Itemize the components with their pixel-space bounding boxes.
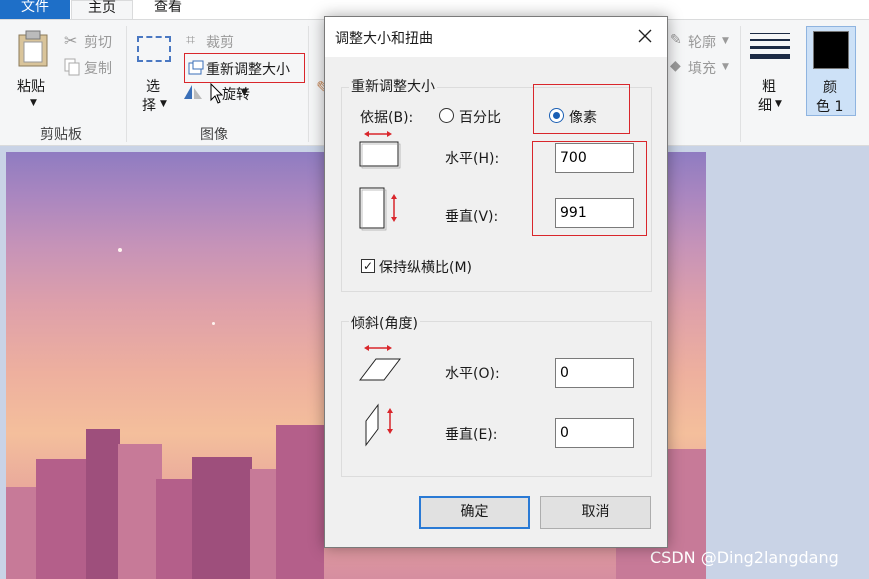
outline-label: 轮廓	[688, 35, 716, 51]
building	[86, 429, 120, 579]
resize-vertical-label: 垂直(V):	[445, 209, 499, 225]
cancel-button[interactable]: 取消	[540, 496, 651, 529]
select-label-2: 择	[142, 98, 156, 114]
size-label-2: 细	[758, 98, 772, 114]
horizontal-resize-icon	[359, 131, 401, 169]
group-divider	[126, 26, 127, 142]
vertical-resize-icon	[359, 187, 397, 231]
watermark: CSDN @Ding2langdang	[650, 548, 839, 567]
building	[156, 479, 196, 579]
chevron-down-icon: ▼	[722, 62, 729, 72]
workspace-background	[706, 146, 869, 579]
clipboard-icon	[18, 30, 48, 67]
chevron-down-icon: ▼	[722, 36, 729, 46]
color1-label-1: 颜	[823, 80, 837, 96]
crop-icon: ⌗	[186, 30, 196, 49]
building	[276, 425, 324, 579]
tab-home[interactable]: 主页	[71, 0, 133, 19]
resize-skew-dialog: 调整大小和扭曲 重新调整大小 依据(B): 百分比 像素 水平(H): 垂直(V…	[324, 16, 668, 548]
resize-vertical-input[interactable]	[555, 198, 634, 228]
pixels-label: 像素	[569, 110, 597, 126]
resize-label: 重新调整大小	[206, 62, 290, 78]
skew-group-title: 倾斜(角度)	[349, 313, 420, 333]
select-label-1: 选	[146, 79, 160, 95]
cut-label: 剪切	[84, 35, 112, 51]
skew-horizontal-icon	[359, 345, 402, 381]
pixels-radio-button[interactable]	[549, 108, 564, 123]
chevron-down-icon: ▼	[775, 99, 782, 109]
chevron-down-icon: ▼	[30, 98, 37, 108]
skew-horizontal-input[interactable]	[555, 358, 634, 388]
percent-label: 百分比	[459, 110, 501, 126]
star	[118, 248, 122, 252]
chevron-down-icon: ▼	[241, 88, 248, 98]
color1-swatch	[813, 31, 849, 69]
copy-label: 复制	[84, 61, 112, 77]
percent-radio-button[interactable]	[439, 108, 454, 123]
resize-group-title: 重新调整大小	[349, 76, 437, 96]
skew-vertical-label: 垂直(E):	[445, 427, 498, 443]
resize-horizontal-label: 水平(H):	[445, 151, 500, 167]
dialog-title: 调整大小和扭曲	[335, 31, 433, 47]
pen-icon: ✎	[670, 32, 682, 48]
star	[212, 322, 215, 325]
ok-button[interactable]: 确定	[419, 496, 530, 529]
group-divider	[308, 26, 309, 142]
keep-ratio-label: 保持纵横比(M)	[379, 260, 473, 276]
tab-view[interactable]: 查看	[140, 0, 196, 19]
paint-bucket-icon: ◆	[670, 58, 681, 74]
keep-ratio-check[interactable]: ✓	[361, 259, 375, 273]
resize-horizontal-input[interactable]	[555, 143, 634, 173]
clipboard-group-label: 剪贴板	[40, 127, 82, 143]
skew-vertical-icon	[365, 403, 393, 447]
paste-label: 粘贴	[17, 79, 45, 95]
selection-icon	[137, 36, 171, 62]
building	[192, 457, 252, 579]
crop-label: 裁剪	[206, 35, 234, 51]
skew-vertical-input[interactable]	[555, 418, 634, 448]
group-divider	[740, 26, 741, 142]
by-label: 依据(B):	[360, 110, 414, 126]
mouse-cursor-icon	[210, 83, 224, 104]
dialog-titlebar: 调整大小和扭曲	[325, 17, 667, 57]
size-label-1: 粗	[762, 79, 776, 95]
building	[36, 459, 88, 579]
chevron-down-icon: ▼	[160, 99, 167, 109]
close-icon[interactable]	[635, 26, 655, 46]
color1-label-2: 色 1	[816, 99, 844, 115]
copy-icon	[64, 58, 80, 76]
skew-horizontal-label: 水平(O):	[445, 366, 500, 382]
tab-file[interactable]: 文件	[0, 0, 70, 19]
line-width-icon	[750, 33, 790, 59]
rotate-icon	[184, 85, 202, 99]
fill-label: 填充	[688, 61, 716, 77]
image-group-label: 图像	[200, 127, 228, 143]
scissors-icon: ✂	[64, 31, 78, 50]
color1-button[interactable]: 颜 色 1	[806, 26, 856, 116]
resize-icon	[188, 60, 204, 75]
